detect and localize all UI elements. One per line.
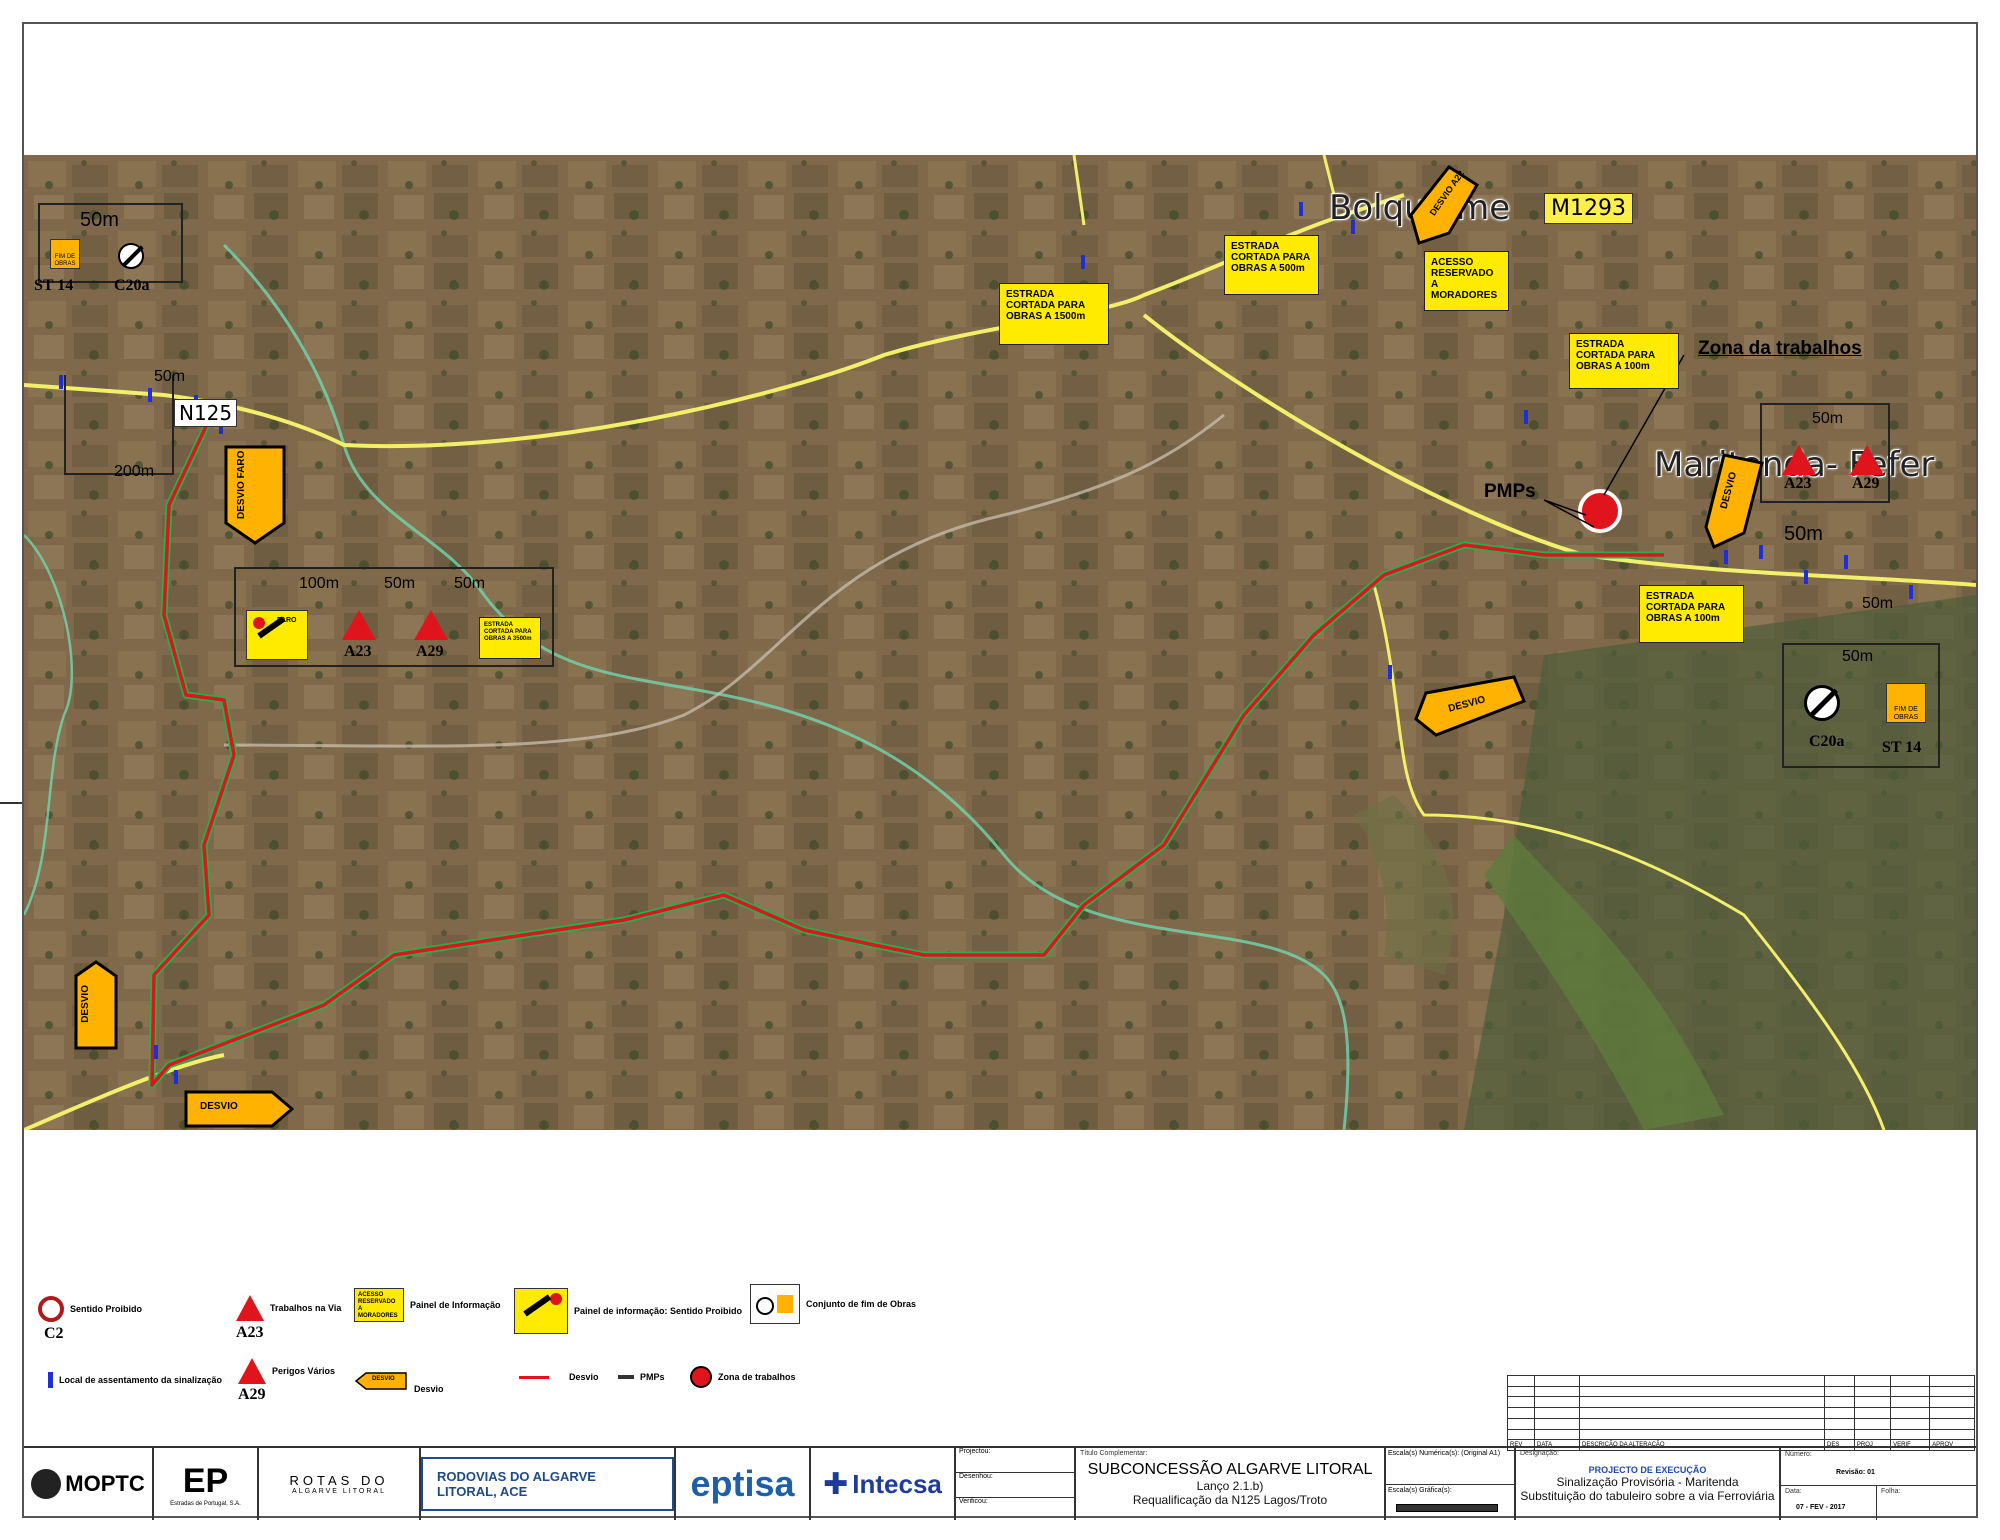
red-line-icon [519,1375,549,1379]
designacao: Designação: PROJECTO DE EXECUÇÃO Sinaliz… [1516,1448,1781,1520]
a29-text: Perigos Vários [272,1366,336,1376]
logo-intecsa: ✚ Intecsa [811,1448,956,1520]
red-line-text: Desvio [569,1372,599,1382]
c20a-icon [118,243,144,269]
road-label-n125: N125 [174,399,238,427]
legend-c2-code: C2 [44,1325,64,1342]
panel-acesso-reservado[interactable]: ACESSO RESERVADO A MORADORES [1424,251,1509,311]
legend-c2: Sentido Proibido [38,1296,142,1322]
road-label-m1293: M1293 [1544,193,1633,224]
local-text: Local de assentamento da sinalização [59,1375,223,1385]
work-zone-marker[interactable] [1578,489,1622,533]
a23-icon [236,1295,264,1321]
panel-estrada-cortada-500m[interactable]: ESTRADA CORTADA PARA OBRAS A 500m [1224,235,1319,295]
a29-sign-maritenda [1850,445,1884,475]
st14-sign-east: FIM DE OBRAS [1886,683,1926,723]
a29-sign-faro [414,610,448,640]
legend-panel: ACESSO RESERVADO A MORADORES Painel de I… [354,1288,501,1322]
legend-a29: Perigos Vários [238,1358,335,1384]
desvio-maritenda-sign[interactable] [1704,453,1764,549]
st14-label-east: ST 14 [1882,739,1922,756]
logo-ep: EP Estradas de Portugal, S.A. [154,1448,259,1520]
desvio-southwest-label: DESVIO [80,985,91,1023]
c20a-icon-east [1804,685,1840,721]
local-marker-icon [48,1372,53,1388]
panel-estrada-cortada-3500m[interactable]: ESTRADA CORTADA PARA OBRAS A 3500m [479,617,541,659]
a23-label-maritenda: A23 [1784,475,1812,492]
fim-text: Conjunto de fim de Obras [806,1299,917,1309]
a29-icon [238,1358,266,1384]
legend-local: Local de assentamento da sinalização [48,1372,222,1388]
signatures: Projectou: Desenhou: Verificou: [956,1448,1076,1520]
prohib-panel-icon [514,1288,568,1334]
legend-zona: Zona de trabalhos [690,1366,796,1388]
pmps-text: PMPs [640,1372,665,1382]
dim-50m-n125: 50m [154,368,186,385]
a23-label-faro: A23 [344,643,372,660]
zona-icon [690,1366,712,1388]
revision-table: REV DATA DESCRIÇÃO DA ALTERAÇÃO DES PROJ… [1507,1375,1975,1451]
fim-obras-icon [750,1284,800,1324]
legend-prohib-panel: Painel de informação: Sentido Proibido [514,1288,742,1334]
legend-a29-code: A29 [238,1386,266,1403]
logo-moptc: MOPTC [24,1448,154,1520]
dim-100m: 100m [299,575,340,592]
panel-estrada-cortada-100m-north[interactable]: ESTRADA CORTADA PARA OBRAS A 100m [1569,333,1679,389]
c2-text: Sentido Proibido [70,1304,142,1314]
prohib-text: Painel de informação: Sentido Proibido [574,1306,743,1316]
sign-group-n125 [64,375,174,475]
a29-label-maritenda: A29 [1852,475,1880,492]
sign-group-end-works-west: 50m FIM DE OBRAS [38,203,183,283]
desvio-faro-label: DESVIO FARO [236,450,247,520]
st14-label: ST 14 [34,277,74,294]
legend-pmps: PMPs [618,1372,665,1382]
dim-50m-maritenda: 50m [1812,410,1844,427]
zona-text: Zona de trabalhos [718,1372,796,1382]
a23-sign-faro [342,610,376,640]
panel-icon: ACESSO RESERVADO A MORADORES [354,1288,404,1322]
pmps-callout: PMPs [1484,481,1536,502]
title-block: MOPTC EP Estradas de Portugal, S.A. ROTA… [24,1446,1976,1520]
dim-50m: 50m [80,209,119,231]
a23-sign-maritenda [1782,445,1816,475]
pmps-icon [618,1375,634,1379]
titulo-complementar: Título Complementar: SUBCONCESSÃO ALGARV… [1076,1448,1386,1520]
c20a-label-east: C20a [1809,733,1845,750]
numero-data: Número: Revisão: 01 Data: 07 - FEV - 2017 … [1781,1448,1976,1520]
prohibited-direction-panel-faro: FARO [246,610,308,660]
c20a-label: C20a [114,277,150,294]
dim-50m-faro-a: 50m [384,575,416,592]
panel-estrada-cortada-100m-south[interactable]: ESTRADA CORTADA PARA OBRAS A 100m [1639,585,1744,643]
legend-a23-code: A23 [236,1324,264,1341]
zona-trabalhos-callout: Zona da trabalhos [1698,338,1862,359]
a29-label-faro: A29 [416,643,444,660]
legend-a23: Trabalhos na Via [236,1295,341,1321]
panel-estrada-cortada-1500m[interactable]: ESTRADA CORTADA PARA OBRAS A 1500m [999,283,1109,345]
legend-desvio: DESVIO Desvio [354,1368,444,1394]
dim-50m-end-east: 50m [1842,648,1874,665]
escalas: Escala(s) Numérica(s): (Original A1) Esc… [1386,1448,1516,1520]
dim-50m-road: 50m [1784,523,1823,545]
logo-eptisa: eptisa [676,1448,811,1520]
logo-rodovias: RODOVIAS DO ALGARVE LITORAL, ACE [421,1448,676,1520]
dim-50m-east: 50m [1862,595,1894,612]
c2-icon [38,1296,64,1322]
desvio-south-label: DESVIO [200,1101,238,1112]
desvio-text: Desvio [414,1384,444,1394]
frame-tick [0,802,22,804]
aerial-map[interactable]: Bolqueime Maritenda- Fefer M1293 N125 Zo… [24,155,1976,1130]
panel-text: Painel de Informação [410,1300,501,1310]
dim-200m: 200m [114,463,155,480]
desvio-icon: DESVIO [354,1371,408,1391]
logo-rotas: ROTAS DO ALGARVE LITORAL [259,1448,421,1520]
a23-text: Trabalhos na Via [270,1303,342,1313]
st14-sign: FIM DE OBRAS [50,239,80,269]
legend-fim-obras: Conjunto de fim de Obras [750,1284,916,1324]
legend-red-line: Desvio [519,1372,599,1382]
dim-50m-faro-b: 50m [454,575,486,592]
